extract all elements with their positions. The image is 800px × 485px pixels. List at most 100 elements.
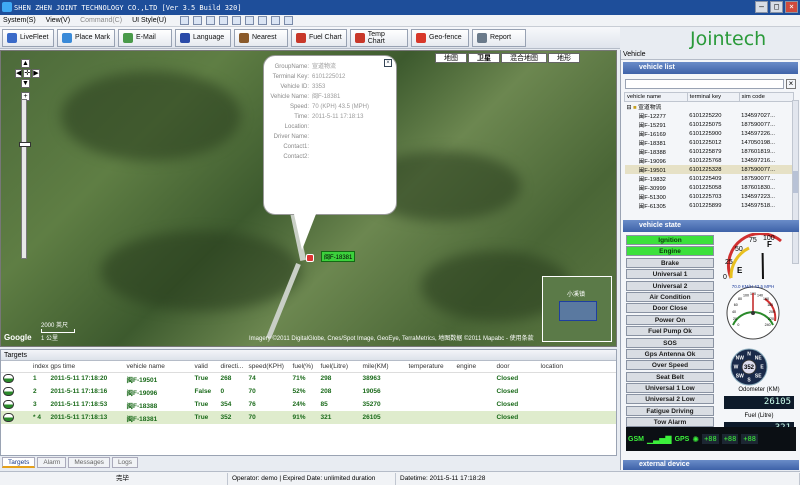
nearest-button[interactable]: Nearest xyxy=(234,28,288,47)
overview-minimap[interactable]: 小溪镇 xyxy=(542,276,612,342)
list-item[interactable]: 闽F-15291 6101225075 187590077... xyxy=(625,120,794,130)
table-row[interactable]: 2 2011-5-11 17:18:16 闽F-19096 False 0 70 52% 20… xyxy=(1,385,616,398)
state-indicator: Ignition xyxy=(626,235,714,245)
pan-up-button[interactable]: ▲ xyxy=(21,59,30,68)
segment-display: +88 xyxy=(721,434,739,444)
state-indicator: Universal 2 Low xyxy=(626,394,714,405)
toolbar-icon-2[interactable] xyxy=(193,16,203,25)
satellite-map[interactable]: Google 地图 卫星 混合地图 地形 ▲ ◀ ✛ ▶ ▼ + × Group… xyxy=(0,50,617,347)
vehicle-group-row[interactable]: ⊟ ■ 宣道物流 xyxy=(625,102,794,111)
menu-system[interactable]: System(S) xyxy=(3,17,36,24)
list-item[interactable]: 闽F-18388 6101225879 187601819... xyxy=(625,147,794,157)
list-item[interactable]: 闽F-30999 6101225058 187601830... xyxy=(625,183,794,193)
report-button[interactable]: Report xyxy=(472,28,526,47)
bottom-tabs: Targets Alarm Messages Logs xyxy=(0,457,617,469)
scrollbar-thumb[interactable] xyxy=(793,171,798,193)
map-tab-hybrid[interactable]: 混合地图 xyxy=(501,53,547,63)
fuel-empty-label: E xyxy=(737,266,743,275)
popup-close-icon[interactable]: × xyxy=(384,59,392,67)
menu-command[interactable]: Command(C) xyxy=(80,17,122,24)
clear-search-icon[interactable]: × xyxy=(786,79,796,89)
tab-alarm[interactable]: Alarm xyxy=(37,457,67,468)
toolbar-icon-8[interactable] xyxy=(271,16,281,25)
list-item[interactable]: 闽F-19501 6101225328 187590077... xyxy=(624,165,794,174)
minimize-button[interactable]: – xyxy=(755,1,768,13)
list-item[interactable]: 闽F-12277 6101225220 134597027... xyxy=(625,111,794,121)
toolbar-icon-3[interactable] xyxy=(206,16,216,25)
vehicle-marker-label[interactable]: 闽F-18381 xyxy=(321,251,356,262)
vehicle-state-header[interactable]: vehicle state xyxy=(623,220,799,232)
close-button[interactable]: × xyxy=(785,1,798,13)
toolbar-icon-6[interactable] xyxy=(245,16,255,25)
geofence-button[interactable]: Geo-fence xyxy=(411,28,469,47)
minimap-viewport[interactable] xyxy=(559,301,597,321)
vehicle-marker-icon[interactable] xyxy=(306,254,314,262)
fuel-tick-0: 0 xyxy=(723,274,727,281)
place-mark-button[interactable]: Place Mark xyxy=(57,28,115,47)
toolbar-icon-5[interactable] xyxy=(232,16,242,25)
external-device-header[interactable]: external device xyxy=(623,460,799,470)
state-indicator: Universal 1 Low xyxy=(626,383,714,394)
status-datetime: Datetime: 2011-5-11 17:18:28 xyxy=(396,472,800,485)
zoom-slider[interactable] xyxy=(19,99,31,259)
state-indicator: Fuel Pump Ok xyxy=(626,326,714,337)
table-row[interactable]: * 4 2011-5-11 17:18:13 闽F-18381 True 352 70 91… xyxy=(1,411,616,424)
list-item[interactable]: 闽F-16169 6101225900 134597226... xyxy=(625,129,794,139)
table-row[interactable]: 1 2011-5-11 17:18:20 闽F-19501 True 268 74 71% 2… xyxy=(1,372,616,385)
toolbar-icon-7[interactable] xyxy=(258,16,268,25)
livefleet-button[interactable]: LiveFleet xyxy=(2,28,54,47)
zoom-slider-thumb[interactable] xyxy=(19,142,31,147)
toolbar-icon-9[interactable] xyxy=(284,16,294,25)
pan-right-button[interactable]: ▶ xyxy=(32,69,40,78)
logo-text: Jointech xyxy=(690,28,767,50)
terrain-shadow xyxy=(61,71,241,161)
compass-gauge: NNEESESSWWNW 352 xyxy=(730,348,768,386)
geofence-icon xyxy=(416,32,426,43)
vehicle-search-input[interactable] xyxy=(625,79,784,89)
fuel-chart-button[interactable]: Fuel Chart xyxy=(291,28,347,47)
list-item[interactable]: 闽F-19096 6101225768 134597216... xyxy=(625,156,794,166)
map-tab-map[interactable]: 地图 xyxy=(435,53,467,63)
map-tab-satellite[interactable]: 卫星 xyxy=(468,53,500,63)
pan-left-button[interactable]: ◀ xyxy=(15,69,23,78)
pan-down-button[interactable]: ▼ xyxy=(21,79,30,88)
vehicle-panel: Vehicle vehicle list × vehicle name term… xyxy=(620,50,800,470)
tab-targets[interactable]: Targets xyxy=(2,457,36,468)
list-item[interactable]: 闽F-51300 6101225703 134597223... xyxy=(625,192,794,202)
toolbar-icon-4[interactable] xyxy=(219,16,229,25)
menu-bar: System(S) View(V) Command(C) UI Style(U) xyxy=(0,15,800,27)
map-type-tabs: 地图 卫星 混合地图 地形 xyxy=(435,53,580,63)
tab-logs[interactable]: Logs xyxy=(111,457,139,468)
speed-gauge: 70.0 KM/H 43.5 MPH 020406080100120140160… xyxy=(726,284,780,340)
popup-row: Vehicle Name: 闽F-18381 xyxy=(270,94,341,100)
state-indicator: Universal 1 xyxy=(626,269,714,280)
popup-row: Time: 2011-5-11 17:18:13 xyxy=(294,114,364,120)
targets-table: index gps time vehicle name valid direct… xyxy=(1,361,616,424)
compass-label: W xyxy=(734,365,739,371)
language-button[interactable]: Language xyxy=(175,28,231,47)
popup-row: Terminal Key: 6101225012 xyxy=(272,74,346,80)
list-item[interactable]: 闽F-19832 6101225409 187590077... xyxy=(625,174,794,184)
menu-ui-style[interactable]: UI Style(U) xyxy=(132,17,166,24)
temp-chart-button[interactable]: Temp Chart xyxy=(350,28,408,47)
folder-icon: ■ xyxy=(632,105,637,111)
toolbar-icon-1[interactable] xyxy=(180,16,190,25)
vehicle-panel-title: Vehicle xyxy=(621,50,800,60)
email-button[interactable]: E-Mail xyxy=(118,28,172,47)
vehicle-list-header[interactable]: vehicle list xyxy=(623,62,798,74)
fuel-tick-25: 25 xyxy=(725,259,733,266)
speed-readout: 70.0 KM/H 43.5 MPH xyxy=(732,284,775,289)
tab-messages[interactable]: Messages xyxy=(68,457,110,468)
maximize-button[interactable]: □ xyxy=(770,1,783,13)
title-bar: SHEN ZHEN JOINT TECHNOLOGY CO.,LTD [Ver … xyxy=(0,0,800,15)
menu-view[interactable]: View(V) xyxy=(46,17,70,24)
list-item[interactable]: 闽F-18381 6101225012 147050198... xyxy=(625,138,794,148)
speed-tick-label: 180 xyxy=(767,303,773,307)
vehicle-status-icon xyxy=(3,400,14,409)
pan-center-button[interactable]: ✛ xyxy=(23,69,32,78)
list-item[interactable]: 闽F-61305 6101225899 134597518... xyxy=(625,201,794,211)
table-row[interactable]: 3 2011-5-11 17:18:53 闽F-18388 True 354 76 24% 8… xyxy=(1,398,616,411)
state-indicator: Power On xyxy=(626,314,714,325)
map-tab-terrain[interactable]: 地形 xyxy=(548,53,580,63)
fuel-gauge: 0 25 50 75 100 E F xyxy=(723,233,782,281)
